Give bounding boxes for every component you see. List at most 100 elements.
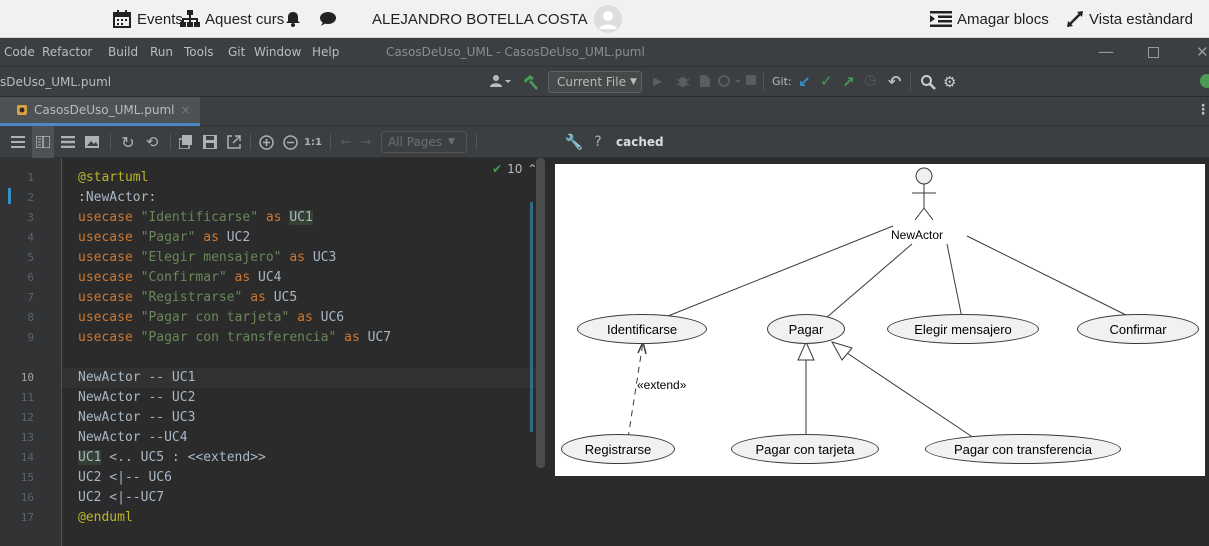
- code-editor[interactable]: ✔ 10 ⌃ ⌄ 1 2 3 4 5 6 7 8 9 10 11 12 13 1…: [0, 158, 552, 546]
- history-icon[interactable]: ◷: [864, 72, 876, 88]
- divider: [763, 73, 764, 91]
- profiler-icon[interactable]: [718, 74, 742, 91]
- editor-scrollbar[interactable]: [536, 158, 545, 468]
- chevron-down-icon: ▼: [629, 77, 637, 87]
- account-icon[interactable]: [490, 74, 512, 91]
- copy-icon[interactable]: [176, 126, 196, 158]
- menu-git[interactable]: Git: [228, 38, 245, 66]
- events-link[interactable]: Events: [112, 0, 183, 38]
- code-line: NewActor -- UC3: [78, 410, 196, 425]
- actor-body: [912, 184, 936, 221]
- tab-casosdeuso-puml[interactable]: CasosDeUso_UML.puml ×: [0, 97, 200, 126]
- code-line: usecase "Elegir mensajero" as UC3: [78, 248, 336, 268]
- save-icon[interactable]: [200, 126, 220, 158]
- coverage-icon[interactable]: [698, 74, 712, 91]
- line-number: 15: [20, 471, 34, 484]
- keyword: as: [297, 310, 313, 325]
- preview-only-icon[interactable]: [58, 126, 78, 158]
- settings-wrench-icon[interactable]: 🔧: [564, 126, 584, 158]
- keyword: as: [289, 250, 305, 265]
- identifier: UC4: [258, 270, 282, 285]
- line-number: 17: [20, 511, 34, 524]
- association-line: [946, 243, 963, 319]
- prev-page-icon[interactable]: ←: [336, 126, 356, 158]
- course-link[interactable]: Aquest curs: [180, 0, 284, 38]
- editor-tab-bar: CasosDeUso_UML.puml × ⋮: [0, 97, 1209, 126]
- course-label: Aquest curs: [205, 10, 285, 28]
- git-update-icon[interactable]: ↙: [798, 73, 811, 91]
- help-button[interactable]: ?: [590, 126, 606, 158]
- run-icon[interactable]: ▶: [653, 74, 662, 88]
- keyword: usecase: [78, 270, 133, 285]
- maximize-button[interactable]: [1148, 38, 1159, 66]
- zoom-reset-button[interactable]: 1:1: [302, 126, 324, 158]
- usecase-pagar-con-tarjeta[interactable]: Pagar con tarjeta: [731, 434, 879, 464]
- window-title: CasosDeUso_UML - CasosDeUso_UML.puml: [386, 45, 645, 59]
- usecase-elegir-mensajero[interactable]: Elegir mensajero: [887, 314, 1039, 344]
- next-page-icon[interactable]: →: [356, 126, 376, 158]
- line-number: 8: [27, 311, 34, 324]
- debug-icon[interactable]: [676, 73, 690, 92]
- keyword: usecase: [78, 250, 133, 265]
- editor-only-icon[interactable]: [8, 126, 28, 158]
- settings-gear-icon[interactable]: ⚙: [943, 73, 956, 91]
- user-name: ALEJANDRO BOTELLA COSTA: [372, 10, 588, 28]
- tab-label: CasosDeUso_UML.puml: [34, 103, 175, 117]
- plugin-status-icon[interactable]: [1200, 74, 1209, 88]
- refresh-icon[interactable]: ↻: [118, 126, 138, 158]
- menu-code[interactable]: Code: [4, 38, 35, 66]
- breadcrumb[interactable]: sDeUso_UML.puml: [0, 67, 111, 97]
- navigation-bar: sDeUso_UML.puml Current File ▼ ▶ Git: ↙ …: [0, 66, 1209, 97]
- image-icon[interactable]: [82, 126, 102, 158]
- code-line: NewActor -- UC1: [78, 370, 196, 385]
- search-icon[interactable]: [920, 74, 936, 93]
- standard-view-button[interactable]: Vista estàndard: [1066, 0, 1193, 38]
- pages-select[interactable]: All Pages ▼: [381, 131, 467, 153]
- code-line: UC2 <|-- UC6: [78, 470, 172, 485]
- usecase-confirmar[interactable]: Confirmar: [1077, 314, 1199, 344]
- association-line: [662, 225, 894, 319]
- menu-tools[interactable]: Tools: [184, 38, 214, 66]
- git-commit-icon[interactable]: ✓: [820, 72, 833, 90]
- code-line: UC1 <.. UC5 : <<extend>>: [78, 448, 266, 468]
- close-tab-icon[interactable]: ×: [180, 103, 190, 117]
- menu-refactor[interactable]: Refactor: [42, 38, 92, 66]
- usecase-identificarse[interactable]: Identificarse: [577, 314, 707, 344]
- split-view-icon[interactable]: [32, 126, 54, 158]
- hide-blocks-button[interactable]: Amagar blocs: [930, 0, 1049, 38]
- zoom-out-icon[interactable]: [280, 126, 300, 158]
- hide-blocks-label: Amagar blocs: [957, 10, 1049, 28]
- line-number: 5: [27, 251, 34, 264]
- identifier: UC1: [78, 450, 102, 465]
- usecase-pagar-con-transferencia[interactable]: Pagar con transferencia: [925, 434, 1121, 464]
- close-window-button[interactable]: ✕: [1196, 38, 1209, 66]
- rollback-icon[interactable]: ↶: [888, 72, 901, 91]
- zoom-in-icon[interactable]: [256, 126, 276, 158]
- code-line: :NewActor:: [78, 190, 157, 205]
- code-line: @startuml: [78, 170, 149, 185]
- minimize-button[interactable]: —: [1098, 38, 1114, 66]
- line-number: 4: [27, 231, 34, 244]
- user-menu[interactable]: ALEJANDRO BOTELLA COSTA: [372, 0, 623, 38]
- stop-icon[interactable]: [746, 75, 756, 85]
- usecase-registrarse[interactable]: Registrarse: [561, 434, 675, 464]
- more-options-icon[interactable]: ⋮: [1196, 102, 1209, 118]
- generalization-arrowhead: [830, 341, 853, 361]
- menu-window[interactable]: Window: [254, 38, 301, 66]
- uml-diagram[interactable]: NewActor «extend» Identificarse Pagar El…: [555, 164, 1205, 476]
- menu-build[interactable]: Build: [108, 38, 138, 66]
- top-bar: Events Aquest curs ALEJANDRO BOTELLA COS…: [0, 0, 1209, 38]
- menu-run[interactable]: Run: [150, 38, 173, 66]
- menu-help[interactable]: Help: [312, 38, 339, 66]
- notifications-button[interactable]: [286, 0, 300, 38]
- run-config-select[interactable]: Current File ▼: [548, 71, 642, 93]
- avatar-icon: [593, 5, 622, 33]
- messages-button[interactable]: [320, 0, 336, 38]
- scroll-marker: [530, 202, 533, 432]
- git-push-icon[interactable]: ↗: [842, 73, 855, 91]
- divider: [250, 134, 251, 150]
- usecase-pagar[interactable]: Pagar: [767, 314, 845, 344]
- reload-icon[interactable]: ⟲: [142, 126, 162, 158]
- build-hammer-icon[interactable]: [522, 74, 540, 93]
- external-open-icon[interactable]: [224, 126, 244, 158]
